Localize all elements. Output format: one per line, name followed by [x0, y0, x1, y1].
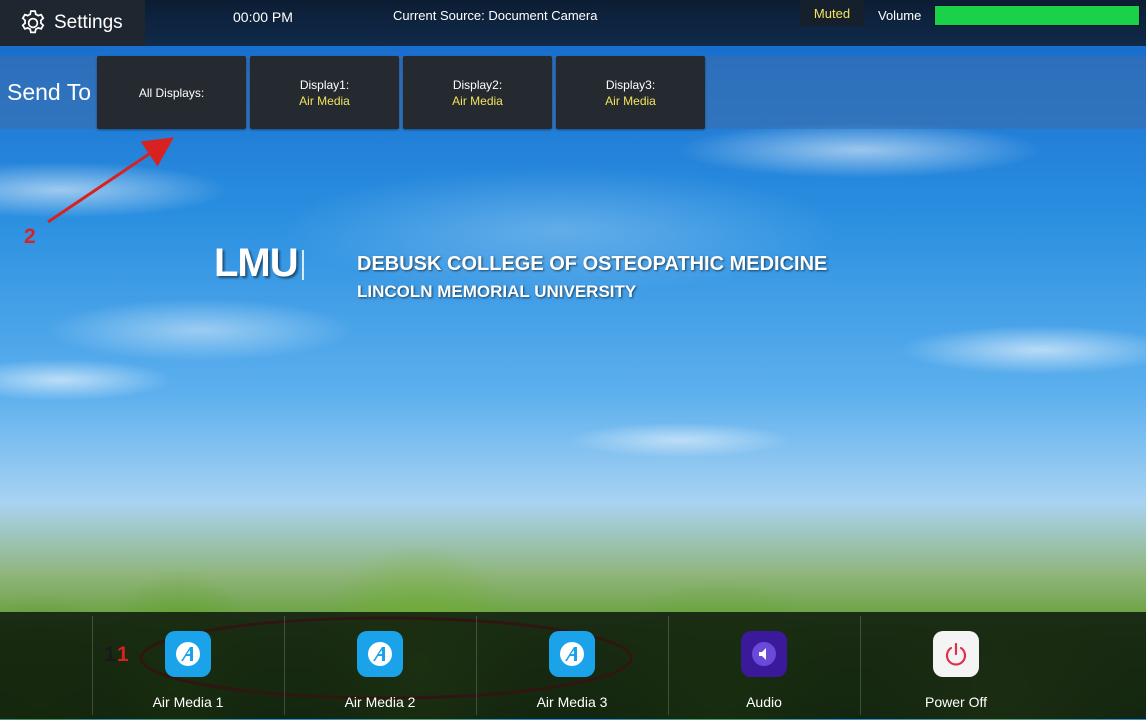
annotation-label-2: 2	[24, 225, 36, 248]
annotation-label-1: 1	[104, 643, 116, 666]
current-source: Current Source: Document Camera	[393, 8, 598, 23]
tile-label: Air Media 3	[536, 694, 608, 710]
tile-label: Air Media 2	[344, 694, 416, 710]
display-name: Display3:	[605, 77, 656, 92]
send-to-bar: Send To All Displays: Display1: Air Medi…	[0, 56, 1146, 129]
university-name: LINCOLN MEMORIAL UNIVERSITY	[357, 282, 637, 301]
air-media-2-button[interactable]: Air Media 2	[284, 612, 476, 719]
display2-button[interactable]: Display2: Air Media	[403, 56, 552, 129]
display-name: Display1:	[299, 77, 350, 92]
bottom-bar: Air Media 1 Air Media 2 Air Media 3 Audi…	[0, 612, 1146, 719]
power-icon	[933, 631, 979, 677]
air-media-icon	[549, 631, 595, 677]
air-media-icon	[357, 631, 403, 677]
settings-label: Settings	[54, 12, 123, 33]
air-media-icon	[165, 631, 211, 677]
send-to-label: Send To	[7, 79, 91, 105]
logo-divider	[302, 250, 304, 280]
display-source: Air Media	[452, 93, 503, 108]
clock-time: 00:00 PM	[233, 9, 293, 25]
tile-label: Audio	[746, 694, 782, 710]
mute-button[interactable]: Muted	[800, 0, 864, 26]
air-media-3-button[interactable]: Air Media 3	[476, 612, 668, 719]
volume-slider[interactable]	[934, 5, 1140, 26]
lmu-logo: LMU	[214, 241, 299, 285]
display1-button[interactable]: Display1: Air Media	[250, 56, 399, 129]
college-name: DEBUSK COLLEGE OF OSTEOPATHIC MEDICINE	[357, 253, 828, 275]
tile-label: Air Media 1	[152, 694, 224, 710]
display-source: Air Media	[299, 93, 350, 108]
tile-label: Power Off	[925, 694, 987, 710]
volume-label: Volume	[878, 8, 922, 23]
top-bar: Settings 00:00 PM Current Source: Docume…	[0, 0, 1146, 46]
volume-fill	[935, 6, 1139, 25]
power-off-button[interactable]: Power Off	[860, 612, 1052, 719]
display-source: Air Media	[605, 93, 656, 108]
display3-button[interactable]: Display3: Air Media	[556, 56, 705, 129]
display-name: Display2:	[452, 77, 503, 92]
audio-button[interactable]: Audio	[668, 612, 860, 719]
settings-button[interactable]: Settings	[0, 0, 145, 46]
all-displays-button[interactable]: All Displays:	[97, 56, 246, 129]
annotation-label-1-red: 1	[117, 643, 129, 666]
display-name: All Displays:	[138, 85, 205, 100]
gear-icon	[21, 10, 45, 34]
speaker-icon	[741, 631, 787, 677]
